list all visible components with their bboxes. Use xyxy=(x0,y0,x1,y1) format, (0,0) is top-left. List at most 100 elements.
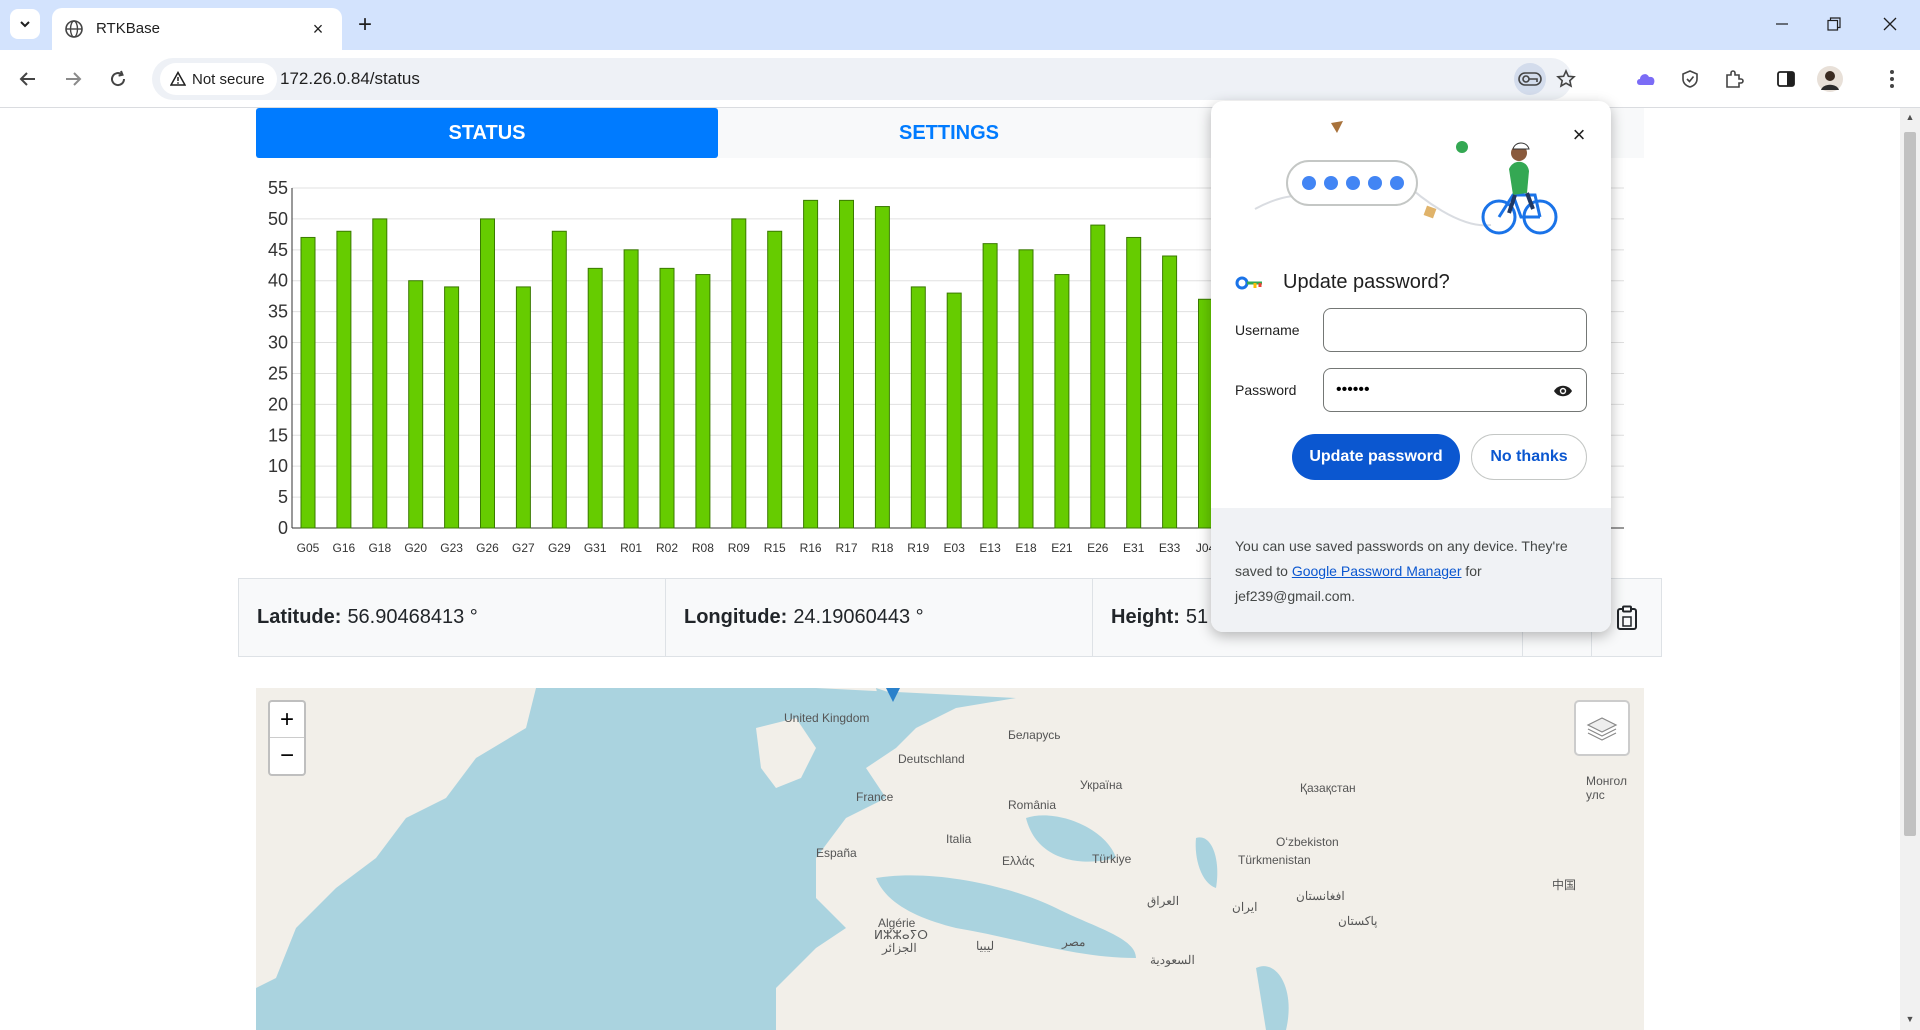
scroll-thumb[interactable] xyxy=(1904,132,1916,836)
bar-E26 xyxy=(1090,224,1106,529)
map-label: السعودية xyxy=(1150,953,1195,967)
map-label: Україна xyxy=(1080,778,1123,792)
x-tick-label: E13 xyxy=(979,541,1001,555)
x-tick-label: G23 xyxy=(440,541,463,555)
bar-G26 xyxy=(480,218,495,529)
x-tick-label: R17 xyxy=(835,541,857,555)
bookmark-star-icon[interactable] xyxy=(1550,63,1582,95)
x-tick-label: G20 xyxy=(404,541,427,555)
x-tick-label: R01 xyxy=(620,541,642,555)
window-close-icon[interactable] xyxy=(1870,8,1910,40)
x-tick-label: G26 xyxy=(476,541,499,555)
map-label: España xyxy=(816,846,857,860)
forward-icon[interactable] xyxy=(55,61,91,97)
bar-G18 xyxy=(372,218,388,529)
dialog-footer: You can use saved passwords on any devic… xyxy=(1211,508,1611,632)
extensions-puzzle-icon[interactable] xyxy=(1718,63,1750,95)
extension-cloud-icon[interactable] xyxy=(1630,63,1662,95)
password-manager-link[interactable]: Google Password Manager xyxy=(1292,563,1462,579)
restore-icon[interactable] xyxy=(1814,8,1854,40)
page-scrollbar[interactable]: ▲ ▼ xyxy=(1900,108,1920,1030)
map-label: پاکستان xyxy=(1338,914,1378,928)
bar-R02 xyxy=(659,267,675,529)
shield-icon[interactable] xyxy=(1674,63,1706,95)
y-tick-label: 45 xyxy=(268,240,288,260)
bar-R16 xyxy=(803,199,819,529)
minimize-icon[interactable] xyxy=(1762,8,1802,40)
map-label: Oʻzbekiston xyxy=(1276,835,1339,849)
clipboard-icon xyxy=(1616,605,1637,630)
base-station-marker-icon[interactable] xyxy=(886,688,900,704)
bar-R09 xyxy=(731,218,747,529)
bar-R15 xyxy=(767,230,783,529)
y-tick-label: 15 xyxy=(268,425,288,445)
latitude-label: Latitude: xyxy=(257,606,342,628)
map-label: Беларусь xyxy=(1008,728,1061,742)
chevron-down-icon xyxy=(20,21,30,28)
location-map[interactable]: + − United Kingdom Беларусь Deutschland … xyxy=(256,688,1644,1030)
scroll-down-icon[interactable]: ▼ xyxy=(1904,1014,1916,1026)
map-label: Türkmenistan xyxy=(1238,853,1311,867)
map-layers-button[interactable] xyxy=(1574,700,1630,756)
security-label: Not secure xyxy=(192,70,265,88)
site-info-chip[interactable]: Not secure xyxy=(160,63,277,95)
x-tick-label: E31 xyxy=(1123,541,1145,555)
password-manager-illustration xyxy=(1254,121,1558,235)
show-password-eye-icon[interactable] xyxy=(1552,380,1574,402)
dialog-header: Update password? xyxy=(1235,271,1450,294)
map-label: الجزائر xyxy=(882,941,917,955)
dialog-close-icon[interactable]: × xyxy=(1567,122,1591,147)
no-thanks-button[interactable]: No thanks xyxy=(1471,434,1587,480)
map-label: افغانستان xyxy=(1296,889,1345,903)
bar-E21 xyxy=(1054,274,1070,529)
map-label: Italia xyxy=(946,832,972,846)
x-tick-label: E33 xyxy=(1159,541,1181,555)
address-bar[interactable]: Not secure 172.26.0.84/status xyxy=(152,58,1576,100)
bar-E13 xyxy=(982,243,998,529)
tab-settings[interactable]: SETTINGS xyxy=(718,108,1180,158)
bar-E33 xyxy=(1162,255,1178,529)
password-field[interactable]: •••••• xyxy=(1323,368,1587,412)
side-panel-icon[interactable] xyxy=(1770,63,1802,95)
back-icon[interactable] xyxy=(10,61,46,97)
map-label: Türkiye xyxy=(1092,852,1132,866)
longitude-cell: Longitude: 24.19060443 ° xyxy=(666,579,1093,656)
tab-close-icon[interactable]: × xyxy=(306,17,330,41)
avatar[interactable] xyxy=(1814,63,1846,95)
bar-E18 xyxy=(1018,249,1034,529)
y-tick-label: 20 xyxy=(268,394,288,414)
browser-tab[interactable]: RTKBase × xyxy=(52,8,342,50)
bar-G05 xyxy=(300,236,316,529)
x-tick-label: R09 xyxy=(728,541,750,555)
y-tick-label: 50 xyxy=(268,209,288,229)
x-tick-label: R08 xyxy=(692,541,714,555)
x-tick-label: R15 xyxy=(764,541,786,555)
scroll-up-icon[interactable]: ▲ xyxy=(1904,112,1916,124)
zoom-in-button[interactable]: + xyxy=(270,702,304,738)
map-label: France xyxy=(856,790,894,804)
new-tab-button[interactable]: + xyxy=(352,11,378,38)
y-tick-label: 0 xyxy=(278,518,288,538)
tab-status[interactable]: STATUS xyxy=(256,108,718,158)
password-label: Password xyxy=(1235,382,1297,398)
y-tick-label: 30 xyxy=(268,333,288,353)
reload-icon[interactable] xyxy=(100,61,136,97)
username-field[interactable] xyxy=(1323,308,1587,352)
zoom-out-button[interactable]: − xyxy=(270,738,304,774)
bar-E03 xyxy=(946,292,962,529)
more-menu-icon[interactable] xyxy=(1876,63,1908,95)
map-label: 中国 xyxy=(1552,878,1577,892)
height-label: Height: xyxy=(1111,606,1180,628)
tab-search-button[interactable] xyxy=(10,9,40,39)
y-tick-label: 55 xyxy=(268,178,288,198)
y-tick-label: 35 xyxy=(268,302,288,322)
map-label: United Kingdom xyxy=(784,711,870,725)
map-label: ليبيا xyxy=(976,939,995,953)
tab-title: RTKBase xyxy=(96,20,160,37)
password-key-icon[interactable] xyxy=(1514,63,1546,95)
map-label: Монгол улс xyxy=(1586,774,1627,802)
warning-icon xyxy=(170,71,186,86)
update-password-button[interactable]: Update password xyxy=(1292,434,1460,480)
url-text[interactable]: 172.26.0.84/status xyxy=(280,69,420,89)
map-label: Қазақстан xyxy=(1300,781,1356,795)
